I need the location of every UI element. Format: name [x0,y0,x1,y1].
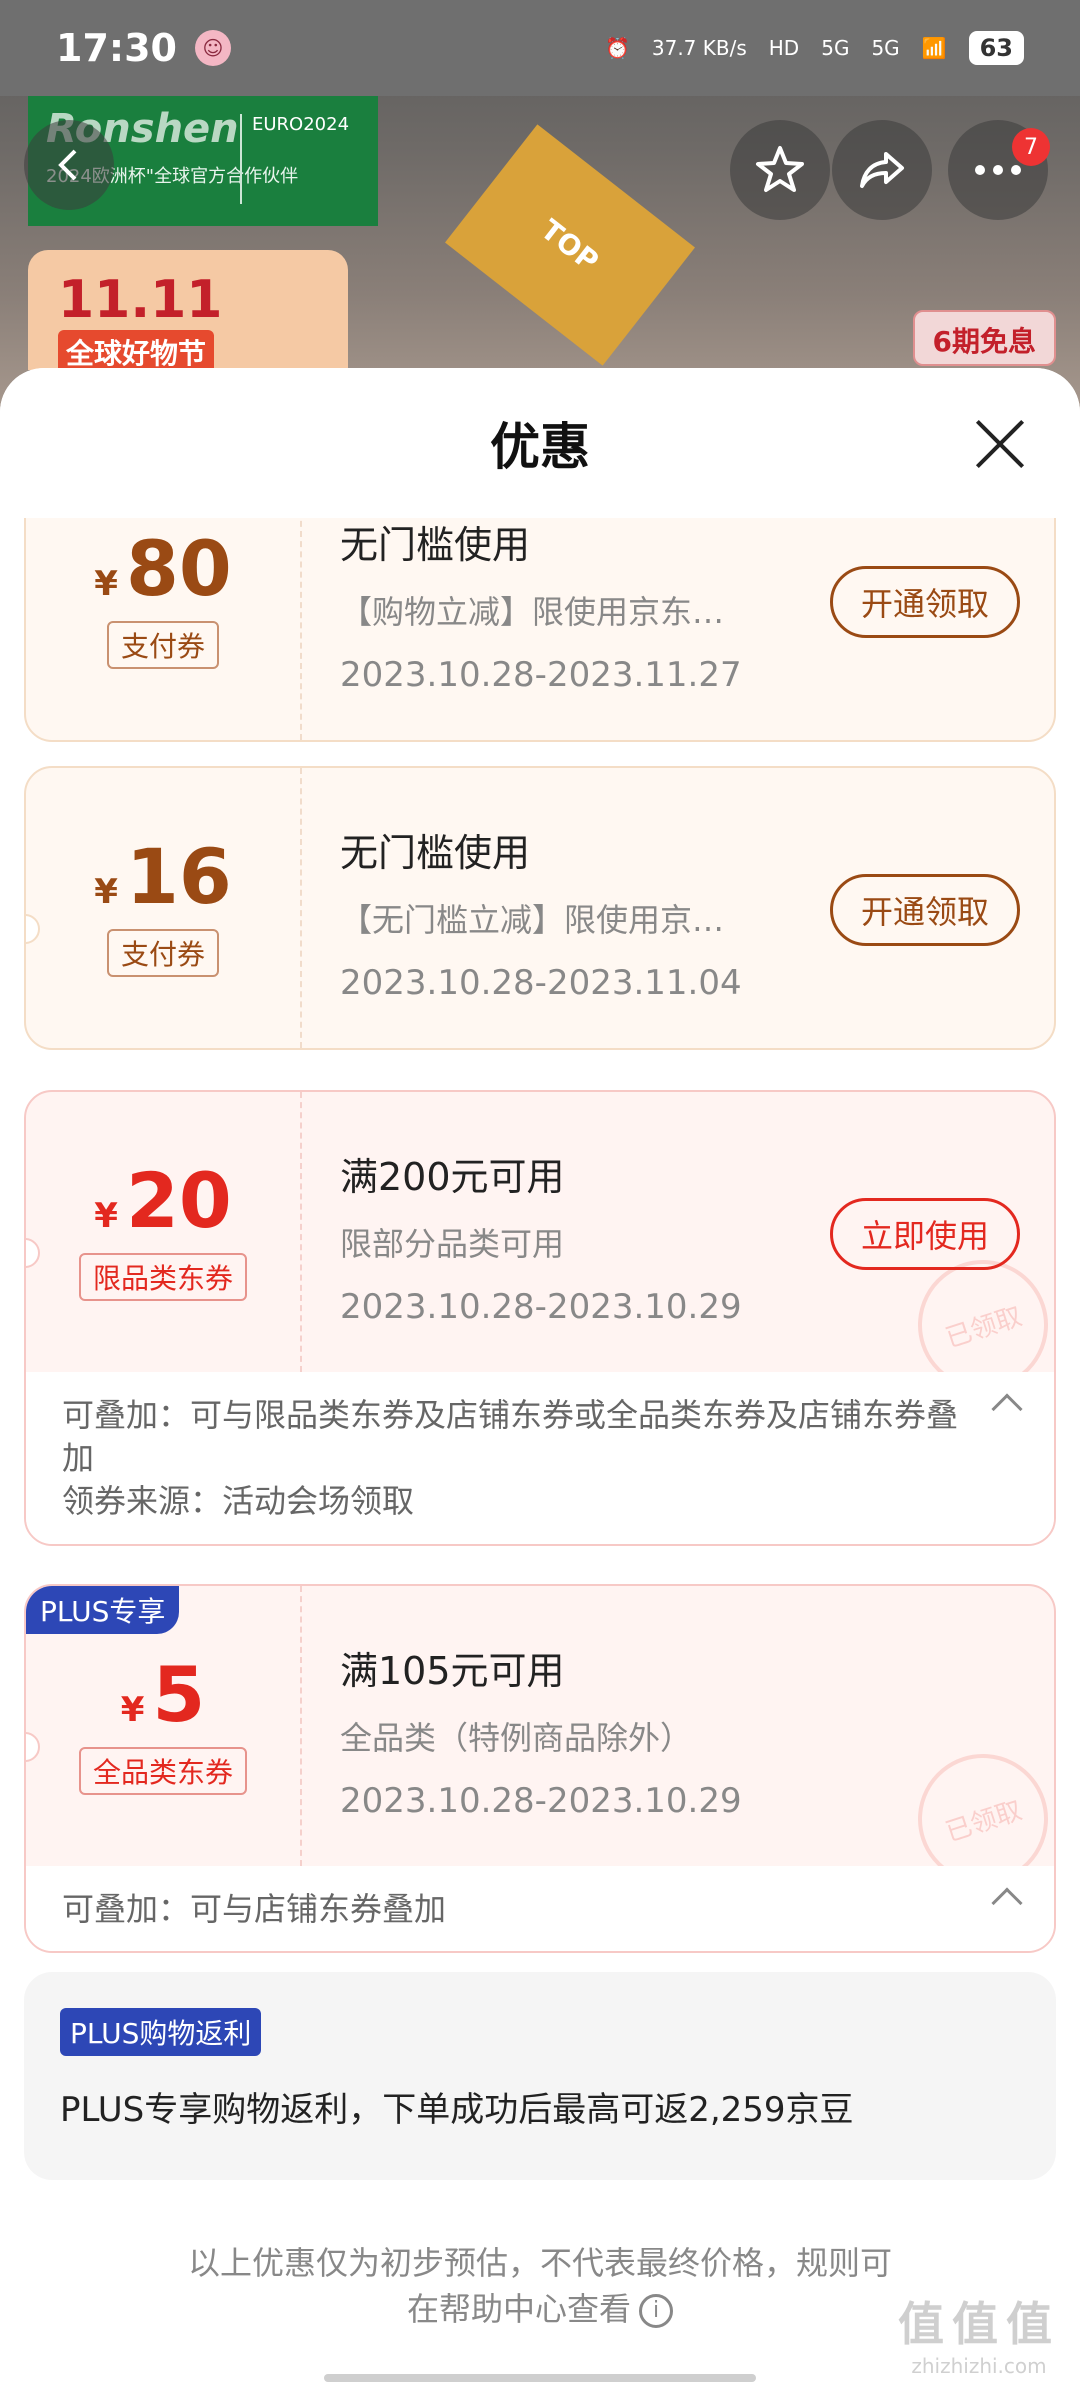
coupon-source: 领券来源：活动会场领取 [62,1482,415,1521]
wifi-icon: 📶 [921,36,947,60]
alarm-icon: ⏰ [604,36,630,60]
notification-badge: 7 [1012,128,1050,166]
discount-sheet: 优惠 ¥ 80 支付券 无门槛使用 【购物立减】限使用京东… 2023.10.2… [0,368,1080,2400]
coupon-card: ¥ 16 支付券 无门槛使用 【无门槛立减】限使用京… 2023.10.28-2… [24,766,1056,1050]
rebate-tag: PLUS购物返利 [60,2008,262,2056]
amount-value: 80 [125,524,232,613]
status-icons: ⏰ 37.7 KB/s HD 5G 5G 📶 63 [605,31,1024,65]
back-button[interactable] [24,120,114,210]
coupon-details[interactable]: 可叠加：可与限品类东券及店铺东券或全品类东券及店铺东券叠加 领券来源：活动会场领… [26,1372,1054,1544]
coupon-card: ¥ 80 支付券 无门槛使用 【购物立减】限使用京东… 2023.10.28-2… [24,518,1056,742]
sheet-header: 优惠 [0,368,1080,518]
coupon-amount-area: ¥ 20 限品类东券 [26,1092,302,1372]
top-ranking-tag: TOP [445,124,695,366]
coupon-main: ¥ 80 支付券 无门槛使用 【购物立减】限使用京东… 2023.10.28-2… [26,518,1054,740]
coupon-type-tag: 支付券 [106,621,219,669]
promo-badge: 11.11 全球好物节 [28,250,348,374]
info-icon[interactable]: i [639,2294,673,2329]
signal-icon-2: 5G [871,36,900,60]
claim-button[interactable]: 开通领取 [830,566,1020,638]
coupon-amount: ¥ 5 [121,1657,206,1733]
stacking-rule: 可叠加：可与限品类东券及店铺东券或全品类东券及店铺东券叠加 [62,1396,959,1478]
status-bar: 17:30 ☺ ⏰ 37.7 KB/s HD 5G 5G 📶 63 [0,0,1080,96]
more-icon [975,165,1021,175]
chevron-left-icon [58,149,77,181]
watermark-logo: 值值值 [898,2297,1060,2351]
favorite-button[interactable] [730,120,830,220]
battery-icon: 63 [968,31,1024,65]
euro-logo: EURO2024 [240,114,360,204]
coupon-list[interactable]: ¥ 80 支付券 无门槛使用 【购物立减】限使用京东… 2023.10.28-2… [0,518,1080,2400]
currency-symbol: ¥ [120,1690,145,1730]
coupon-card: ¥ 20 限品类东券 满200元可用 限部分品类可用 2023.10.28-20… [24,1090,1056,1546]
coupon-date: 2023.10.28-2023.11.04 [340,963,742,1003]
amount-value: 16 [125,832,232,921]
stacking-rule: 可叠加：可与店铺东券叠加 [62,1890,447,1928]
coupon-amount: ¥ 16 [94,839,231,915]
coupon-main: PLUS专享 ¥ 5 全品类东券 满105元可用 全品类（特例商品除外） 202… [26,1586,1054,1901]
coupon-amount-area: ¥ 5 全品类东券 [26,1586,302,1866]
rebate-text: PLUS专享购物返利，下单成功后最高可返2,259京豆 [60,2090,854,2130]
coupon-card: PLUS专享 ¥ 5 全品类东券 满105元可用 全品类（特例商品除外） 202… [24,1584,1056,1954]
use-now-button[interactable]: 立即使用 [830,1198,1020,1270]
coupon-description: 限部分品类可用 [340,1225,565,1263]
status-time: 17:30 [56,26,177,70]
coupon-details[interactable]: 可叠加：可与店铺东券叠加 [26,1866,1054,1952]
disclaimer-line1: 以上优惠仅为初步预估，不代表最终价格，规则可 [187,2244,892,2282]
coupon-date: 2023.10.28-2023.10.29 [340,1287,742,1327]
currency-symbol: ¥ [94,1196,118,1236]
currency-symbol: ¥ [94,872,118,912]
installment-badge: 6期免息 [912,310,1056,366]
plus-rebate-card: PLUS购物返利 PLUS专享购物返利，下单成功后最高可返2,259京豆 [24,1972,1056,2180]
coupon-info: 无门槛使用 【购物立减】限使用京东… 2023.10.28-2023.11.27 [340,518,810,695]
home-indicator[interactable] [324,2374,756,2382]
amount-value: 20 [125,1156,232,1245]
coupon-description: 全品类（特例商品除外） [340,1719,693,1757]
close-icon[interactable] [972,416,1028,472]
share-button[interactable] [832,120,932,220]
watermark-url: zhizhizhi.com [911,2354,1047,2378]
claim-button[interactable]: 开通领取 [830,874,1020,946]
coupon-type-tag: 支付券 [106,929,219,977]
coupon-date: 2023.10.28-2023.11.27 [340,655,742,695]
coupon-amount-area: ¥ 80 支付券 [26,518,302,740]
network-speed: 37.7 KB/s [651,36,747,60]
coupon-condition: 满105元可用 [340,1649,565,1693]
promo-title: 11.11 [58,270,223,330]
coupon-amount: ¥ 80 [94,531,231,607]
signal-icon-1: 5G [821,36,850,60]
hd-icon: HD [768,36,800,60]
coupon-main: ¥ 20 限品类东券 满200元可用 限部分品类可用 2023.10.28-20… [26,1092,1054,1407]
coupon-date: 2023.10.28-2023.10.29 [340,1781,742,1821]
coupon-info: 满105元可用 全品类（特例商品除外） 2023.10.28-2023.10.2… [340,1640,810,1821]
coupon-description: 【无门槛立减】限使用京… [340,901,725,939]
coupon-info: 无门槛使用 【无门槛立减】限使用京… 2023.10.28-2023.11.04 [340,822,810,1003]
currency-symbol: ¥ [94,564,118,604]
disclaimer-line2: 在帮助中心查看 [406,2290,631,2329]
site-watermark: 值值值 zhizhizhi.com [898,2288,1060,2378]
avatar-icon: ☺ [194,30,231,66]
coupon-description: 【购物立减】限使用京东… [340,593,725,631]
coupon-main: ¥ 16 支付券 无门槛使用 【无门槛立减】限使用京… 2023.10.28-2… [26,768,1054,1048]
coupon-amount-area: ¥ 16 支付券 [26,768,302,1048]
coupon-type-tag: 全品类东券 [78,1747,247,1795]
share-icon [860,152,904,188]
coupon-condition: 满200元可用 [340,1155,565,1199]
coupon-condition: 无门槛使用 [340,831,531,875]
amount-value: 5 [152,1650,206,1739]
coupon-amount: ¥ 20 [94,1163,231,1239]
coupon-type-tag: 限品类东券 [78,1253,247,1301]
coupon-info: 满200元可用 限部分品类可用 2023.10.28-2023.10.29 [340,1146,810,1327]
sheet-title: 优惠 [490,418,590,476]
star-icon [756,146,804,192]
coupon-condition: 无门槛使用 [340,523,531,567]
